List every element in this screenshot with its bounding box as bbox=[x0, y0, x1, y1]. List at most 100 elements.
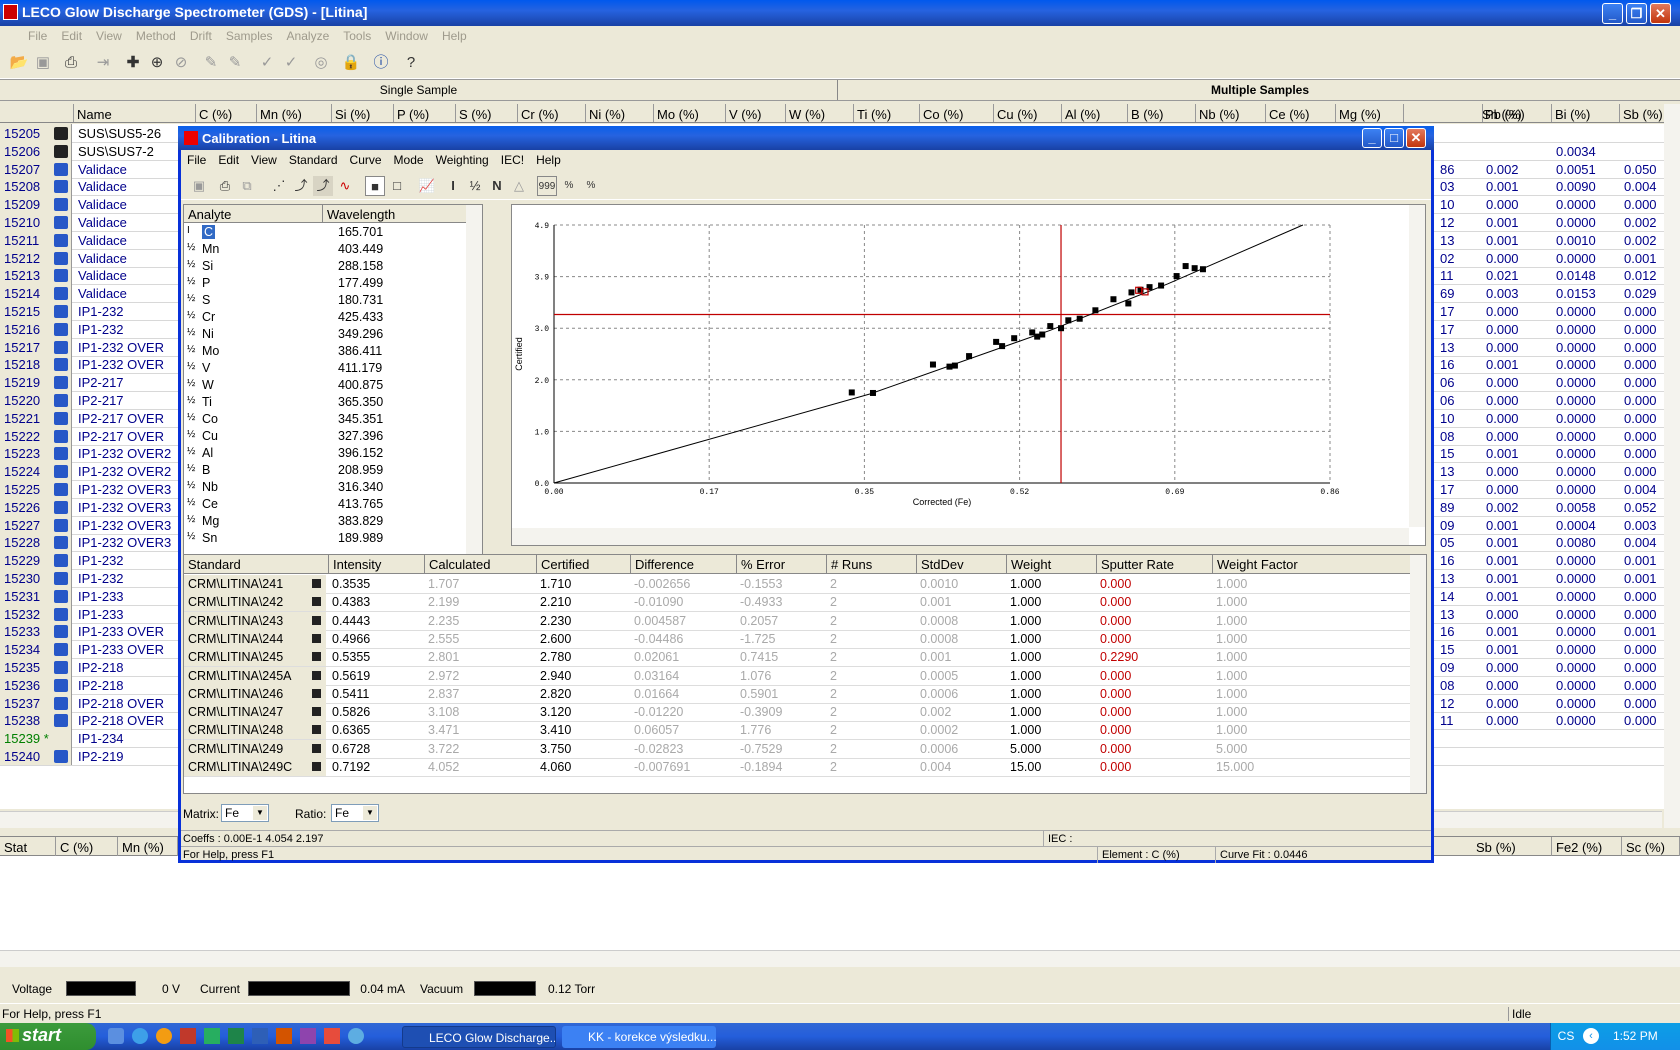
print-icon[interactable]: ⎙ bbox=[215, 176, 235, 196]
column-header[interactable]: Sc (%) bbox=[1622, 837, 1680, 856]
column-header[interactable]: Ti (%) bbox=[854, 104, 920, 122]
restore-button[interactable]: ❐ bbox=[1626, 3, 1647, 24]
column-header[interactable]: Al (%) bbox=[1062, 104, 1128, 122]
dlg-menu-help[interactable]: Help bbox=[530, 150, 567, 167]
curve-fit-icon[interactable]: ∿ bbox=[335, 176, 355, 196]
analyte-row[interactable]: ½ Ce 413.765 bbox=[184, 496, 482, 513]
save-icon[interactable]: ▣ bbox=[32, 52, 54, 74]
tab-single-sample[interactable]: Single Sample bbox=[0, 80, 838, 100]
check-all-icon[interactable]: ✓ bbox=[280, 52, 302, 74]
standard-row[interactable]: CRM\LITINA\248 0.6365 3.471 3.410 0.06057 1.7… bbox=[184, 721, 1426, 741]
media-icon[interactable] bbox=[156, 1028, 172, 1044]
analyte-row[interactable]: ½ Mo 386.411 bbox=[184, 343, 482, 360]
excel-icon[interactable] bbox=[228, 1028, 244, 1044]
column-header[interactable]: Difference bbox=[630, 555, 694, 574]
column-header[interactable]: Mo (%) bbox=[654, 104, 726, 122]
standard-row[interactable]: CRM\LITINA\247 0.5826 3.108 3.120 -0.01220 -0… bbox=[184, 703, 1426, 723]
analyte-row[interactable]: I C 165.701 bbox=[184, 224, 482, 241]
column-header[interactable]: C (%) bbox=[56, 837, 118, 856]
print-icon[interactable]: ⎙ bbox=[60, 52, 82, 74]
normalize-icon[interactable]: N bbox=[487, 176, 507, 196]
app-icon[interactable] bbox=[276, 1028, 292, 1044]
word-icon[interactable] bbox=[252, 1028, 268, 1044]
standard-row[interactable]: CRM\LITINA\244 0.4966 2.555 2.600 -0.04486 -1… bbox=[184, 629, 1426, 649]
column-header[interactable]: S (%) bbox=[456, 104, 518, 122]
info-icon[interactable]: ⓘ bbox=[370, 52, 392, 74]
column-header[interactable]: Sputter Rate bbox=[1096, 555, 1174, 574]
help-icon[interactable]: ? bbox=[400, 52, 422, 74]
app-icon[interactable] bbox=[348, 1028, 364, 1044]
column-header[interactable]: Ni (%) bbox=[586, 104, 654, 122]
column-header[interactable]: Analyte bbox=[188, 207, 231, 222]
analyte-row[interactable]: ½ Al 396.152 bbox=[184, 445, 482, 462]
curve-cubic-icon[interactable]: ⤴ bbox=[313, 176, 333, 196]
dialog-close-button[interactable]: ✕ bbox=[1406, 128, 1426, 148]
standard-row[interactable]: CRM\LITINA\245 0.5355 2.801 2.780 0.02061 0.7… bbox=[184, 648, 1426, 668]
column-header[interactable]: StdDev bbox=[916, 555, 964, 574]
dlg-menu-curve[interactable]: Curve bbox=[344, 150, 388, 167]
analyte-row[interactable]: ½ W 400.875 bbox=[184, 377, 482, 394]
menu-drift[interactable]: Drift bbox=[183, 26, 219, 43]
column-header[interactable]: Weight Factor bbox=[1212, 555, 1298, 574]
menu-file[interactable]: File bbox=[0, 26, 54, 43]
copy-icon[interactable]: ⧉ bbox=[237, 176, 257, 196]
column-header[interactable]: Sb (%) bbox=[1472, 837, 1552, 856]
column-header[interactable]: B (%) bbox=[1128, 104, 1196, 122]
filled-point-icon[interactable]: ■ bbox=[365, 176, 385, 196]
column-header[interactable]: Name bbox=[74, 104, 196, 122]
column-header[interactable]: C (%) bbox=[196, 104, 257, 122]
standard-row[interactable]: CRM\LITINA\242 0.4383 2.199 2.210 -0.01090 -0… bbox=[184, 593, 1426, 613]
close-button[interactable]: ✕ bbox=[1650, 3, 1671, 24]
open-point-icon[interactable]: □ bbox=[387, 176, 407, 196]
analyte-row[interactable]: ½ Mg 383.829 bbox=[184, 513, 482, 530]
menu-method[interactable]: Method bbox=[129, 26, 183, 43]
column-header[interactable]: Certified bbox=[536, 555, 589, 574]
column-header[interactable]: Weight bbox=[1006, 555, 1051, 574]
curve-linear-icon[interactable]: ⋰ bbox=[269, 176, 289, 196]
menu-tools[interactable]: Tools bbox=[336, 26, 378, 43]
app-icon[interactable] bbox=[204, 1028, 220, 1044]
percent-ratio-icon[interactable]: % bbox=[581, 176, 601, 196]
column-header[interactable]: Ce (%) bbox=[1266, 104, 1336, 122]
column-header[interactable]: Bi (%) bbox=[1552, 104, 1620, 122]
menu-analyze[interactable]: Analyze bbox=[280, 26, 337, 43]
standard-row[interactable]: CRM\LITINA\249C 0.7192 4.052 4.060 -0.007691… bbox=[184, 758, 1426, 777]
column-header[interactable]: P (%) bbox=[394, 104, 456, 122]
column-header[interactable]: Cu (%) bbox=[994, 104, 1062, 122]
ratio-icon[interactable]: ½ bbox=[465, 176, 485, 196]
dialog-maximize-button[interactable]: □ bbox=[1384, 128, 1404, 148]
column-header[interactable]: # Runs bbox=[826, 555, 872, 574]
analyte-row[interactable]: ½ Cu 327.396 bbox=[184, 428, 482, 445]
dlg-menu-view[interactable]: View bbox=[245, 150, 283, 167]
column-header[interactable]: V (%) bbox=[726, 104, 786, 122]
tool-icon[interactable]: ✎ bbox=[200, 52, 222, 74]
check-icon[interactable]: ✓ bbox=[256, 52, 278, 74]
column-header[interactable]: Sn (%) bbox=[1404, 104, 1522, 122]
column-header[interactable]: Stat bbox=[0, 837, 56, 856]
analyte-row[interactable]: ½ Cr 425.433 bbox=[184, 309, 482, 326]
app-icon[interactable] bbox=[300, 1028, 316, 1044]
add-icon[interactable]: ✚ bbox=[122, 52, 144, 74]
stats-horizontal-scrollbar[interactable] bbox=[0, 950, 1680, 967]
column-header[interactable]: W (%) bbox=[786, 104, 854, 122]
menu-samples[interactable]: Samples bbox=[219, 26, 280, 43]
chart-icon[interactable]: 📈 bbox=[417, 176, 437, 196]
disk-icon[interactable]: ◎ bbox=[310, 52, 332, 74]
dlg-menu-file[interactable]: File bbox=[181, 150, 212, 167]
analyte-row[interactable]: ½ P 177.499 bbox=[184, 275, 482, 292]
menu-help[interactable]: Help bbox=[435, 26, 474, 43]
dlg-menu-edit[interactable]: Edit bbox=[212, 150, 245, 167]
menu-window[interactable]: Window bbox=[378, 26, 435, 43]
open-icon[interactable]: 📂 bbox=[8, 52, 30, 74]
add-sample-icon[interactable]: ⊕ bbox=[146, 52, 168, 74]
dlg-menu-mode[interactable]: Mode bbox=[388, 150, 430, 167]
analyte-row[interactable]: ½ Ti 365.350 bbox=[184, 394, 482, 411]
standard-row[interactable]: CRM\LITINA\249 0.6728 3.722 3.750 -0.02823 -0… bbox=[184, 739, 1426, 759]
column-header[interactable]: Mg (%) bbox=[1336, 104, 1404, 122]
column-header[interactable]: Mn (%) bbox=[118, 837, 178, 856]
column-header[interactable]: Co (%) bbox=[920, 104, 994, 122]
minimize-button[interactable]: _ bbox=[1602, 3, 1623, 24]
lock-icon[interactable]: 🔒 bbox=[340, 52, 362, 74]
matrix-select[interactable]: Fe ▼ bbox=[221, 804, 269, 822]
column-header[interactable]: Fe2 (%) bbox=[1552, 837, 1622, 856]
